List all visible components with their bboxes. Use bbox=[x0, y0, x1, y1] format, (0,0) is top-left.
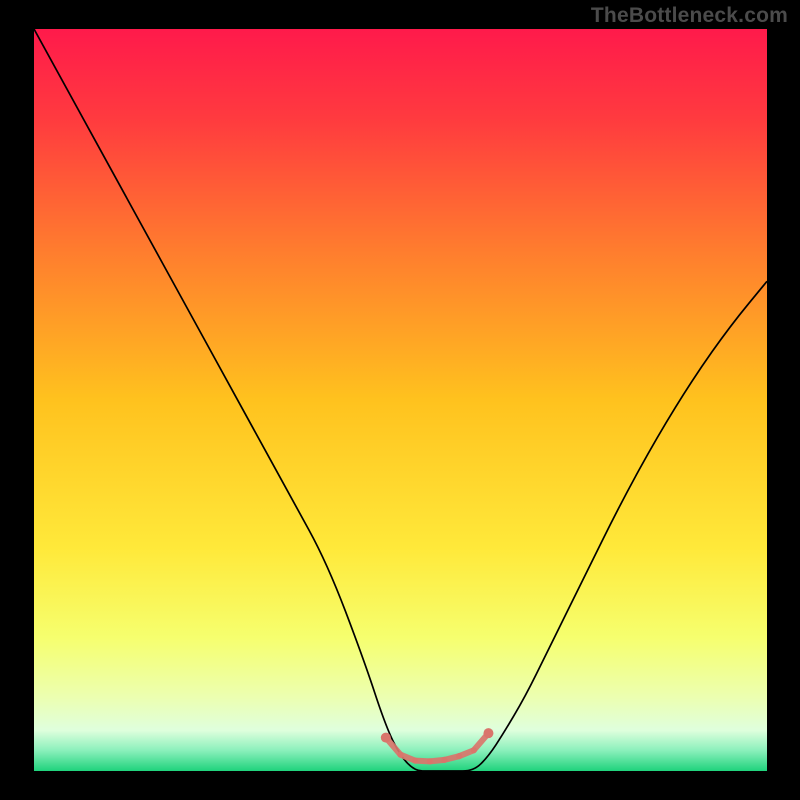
valley-marker bbox=[471, 747, 477, 753]
plot-area bbox=[34, 29, 767, 771]
valley-marker bbox=[427, 758, 433, 764]
chart-background bbox=[34, 29, 767, 771]
valley-marker bbox=[441, 757, 447, 763]
valley-marker bbox=[456, 753, 462, 759]
watermark-text: TheBottleneck.com bbox=[591, 4, 788, 28]
chart-frame: TheBottleneck.com bbox=[0, 0, 800, 800]
valley-marker bbox=[483, 728, 493, 738]
valley-marker bbox=[397, 752, 403, 758]
valley-marker bbox=[381, 733, 391, 743]
chart-svg bbox=[34, 29, 767, 771]
valley-marker bbox=[412, 758, 418, 764]
